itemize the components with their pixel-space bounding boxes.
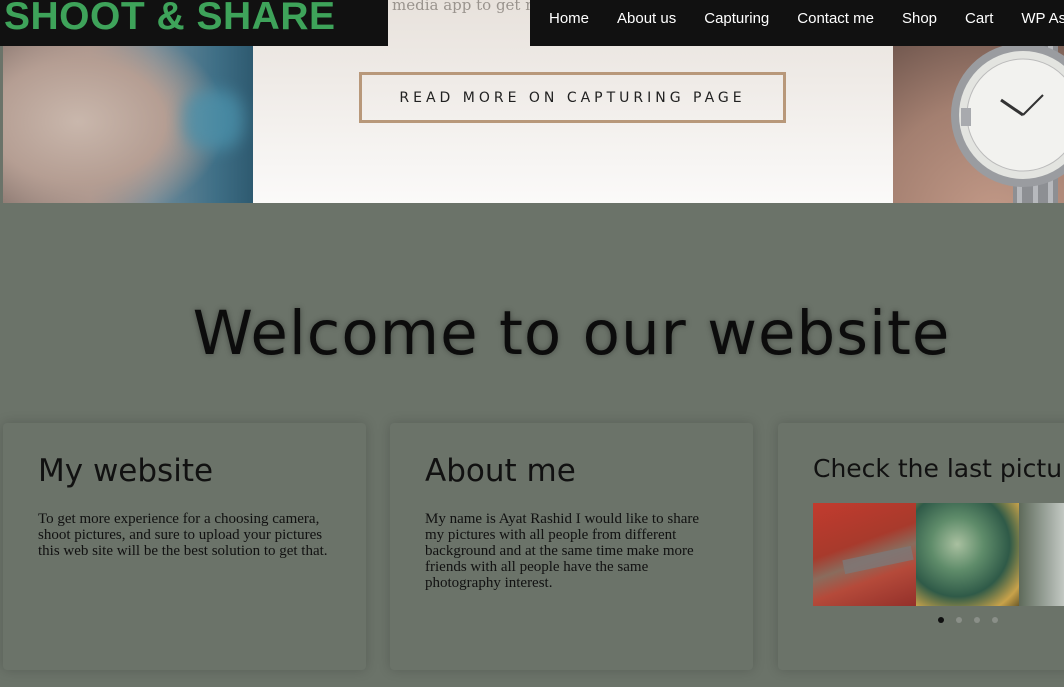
nav-item-contact-me[interactable]: Contact me [797,10,874,27]
nav-item-about-us[interactable]: About us [617,10,676,27]
nav-item-shop[interactable]: Shop [902,10,937,27]
nav-item-home[interactable]: Home [549,10,589,27]
card-title: Check the last pictures [813,454,1064,483]
card-title: About me [425,453,576,489]
main-menu: Home About us Capturing Contact me Shop … [549,0,1064,36]
carousel-image-forest[interactable] [916,503,1019,606]
card-last-pictures: Check the last pictures [778,423,1064,670]
read-more-button[interactable]: READ MORE ON CAPTURING PAGE [359,72,786,123]
carousel-image-red-trees[interactable] [813,503,916,606]
carousel-dot-1[interactable] [938,617,944,623]
carousel-image-misty[interactable] [1019,503,1064,606]
carousel-pagination [938,617,998,623]
top-navigation-bar: media app to get more fans and more news… [0,0,1064,46]
carousel-dot-2[interactable] [956,617,962,623]
nav-item-wp-ass[interactable]: WP Ass [1021,10,1064,27]
card-title: My website [38,453,214,489]
welcome-heading: Welcome to our website [192,298,951,369]
nav-item-cart[interactable]: Cart [965,10,993,27]
card-text: My name is Ayat Rashid I would like to s… [425,511,699,591]
nav-item-capturing[interactable]: Capturing [704,10,769,27]
card-my-website: My website To get more experience for a … [3,423,366,670]
card-about-me: About me My name is Ayat Rashid I would … [390,423,753,670]
carousel-dot-3[interactable] [974,617,980,623]
card-text: To get more experience for a choosing ca… [38,511,328,559]
carousel-dot-4[interactable] [992,617,998,623]
site-logo[interactable]: SHOOT & SHARE [4,0,336,39]
picture-carousel[interactable] [813,503,1064,606]
blurred-shape [183,90,243,150]
